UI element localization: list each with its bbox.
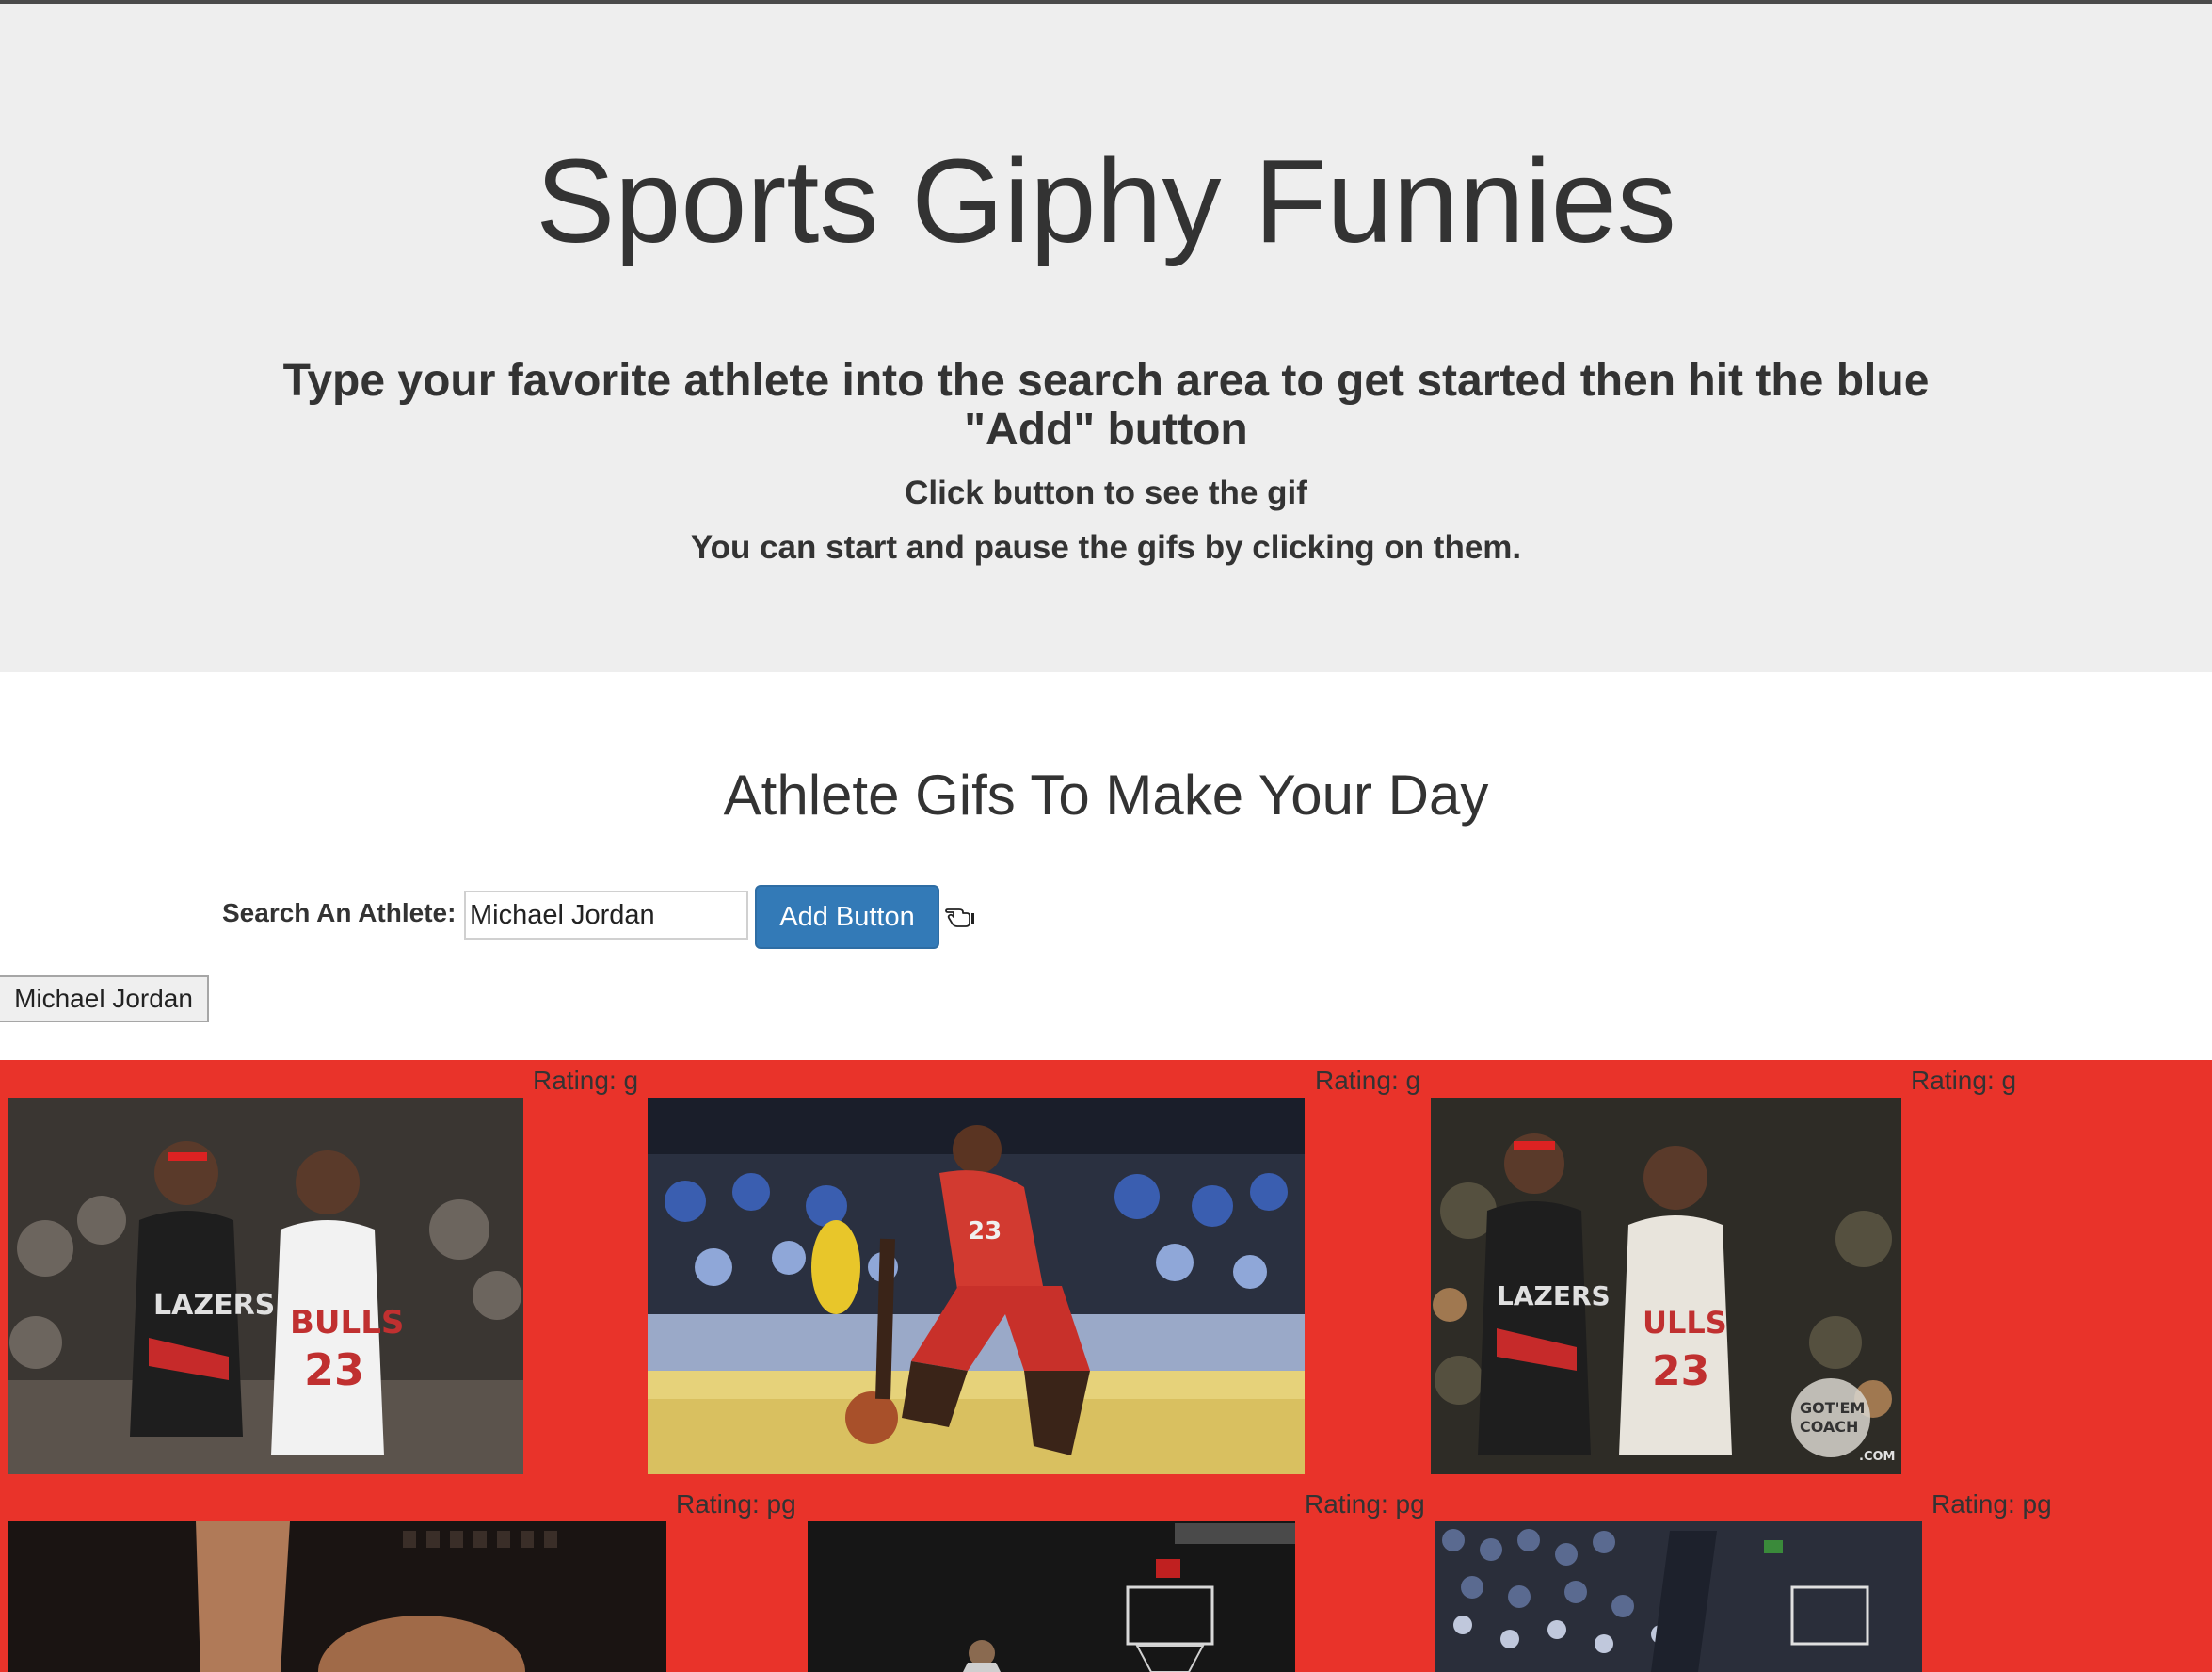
page-title: Sports Giphy Funnies [536, 135, 1676, 267]
gif-image[interactable]: 23 [648, 1098, 1305, 1474]
gif-rating: Rating: pg [676, 1489, 796, 1519]
gif-rating: Rating: pg [1931, 1489, 2052, 1519]
gif-image[interactable]: LAZERS ULLS 23 GOT'EM COACH .COM [1431, 1098, 1901, 1474]
gif-image[interactable]: LAZERS BULLS 23 [8, 1098, 523, 1474]
instructions-line-1: Click button to see the gif [905, 474, 1307, 511]
svg-text:.COM: .COM [1859, 1450, 1895, 1464]
instructions-line-2: You can start and pause the gifs by clic… [690, 529, 1522, 566]
gif-image[interactable] [8, 1521, 666, 1672]
svg-text:ULLS: ULLS [1643, 1305, 1727, 1341]
search-label: Search An Athlete: [222, 898, 457, 927]
gif-rating: Rating: g [1315, 1066, 1421, 1095]
gif-results-area: Rating: g LAZERS BULLS 23 Rating: g 23 R… [0, 1060, 2212, 1672]
section-title: Athlete Gifs To Make Your Day [723, 764, 1489, 827]
jumbotron: Sports Giphy Funnies Type your favorite … [0, 4, 2212, 672]
svg-text:COACH: COACH [1800, 1418, 1858, 1436]
hand-pointer-icon [944, 900, 976, 932]
svg-text:23: 23 [968, 1217, 1002, 1246]
svg-text:LAZERS: LAZERS [1497, 1280, 1611, 1311]
gif-rating: Rating: g [533, 1066, 639, 1095]
athlete-button-michael-jordan[interactable]: Michael Jordan [0, 975, 209, 1022]
svg-text:23: 23 [1652, 1347, 1709, 1395]
svg-text:LAZERS: LAZERS [153, 1289, 275, 1322]
gif-rating: Rating: pg [1305, 1489, 1425, 1519]
gif-image[interactable] [1435, 1521, 1922, 1672]
gif-rating: Rating: g [1911, 1066, 2017, 1095]
instructions-heading: Type your favorite athlete into the sear… [282, 356, 1930, 455]
svg-text:23: 23 [304, 1344, 364, 1395]
gif-image[interactable] [808, 1521, 1295, 1672]
add-button[interactable]: Add Button [755, 885, 939, 949]
svg-text:GOT'EM: GOT'EM [1800, 1399, 1865, 1417]
svg-text:BULLS: BULLS [290, 1304, 404, 1342]
search-input[interactable] [464, 891, 748, 940]
